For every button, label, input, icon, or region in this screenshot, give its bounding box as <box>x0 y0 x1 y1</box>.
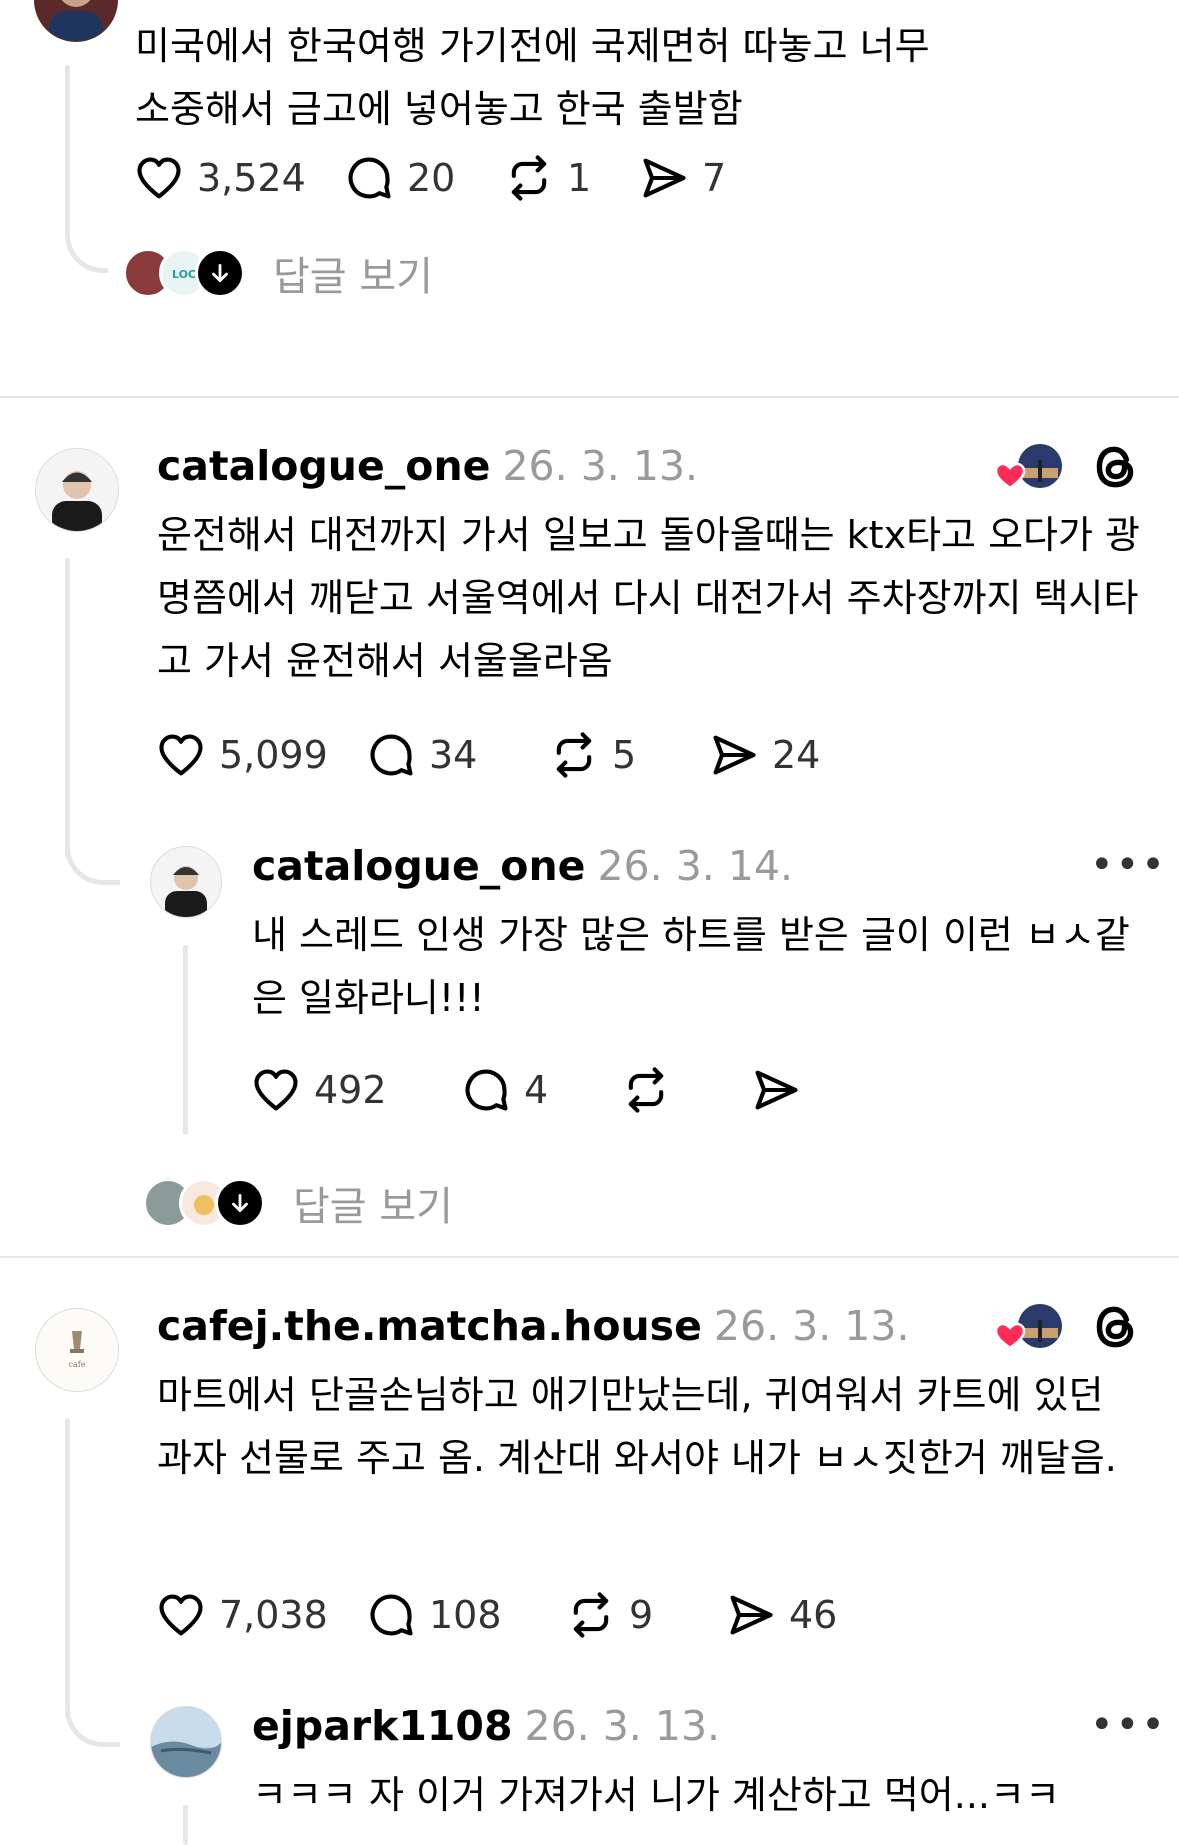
post-username[interactable]: cafej.the.matcha.house 26. 3. 13. <box>157 1302 910 1350</box>
svg-text:cafe: cafe <box>69 1360 86 1369</box>
comment-button[interactable]: 4 <box>460 1064 620 1116</box>
post-text: 마트에서 단골손님하고 애기만났는데, 귀여워서 카트에 있던 과자 선물로 주… <box>157 1373 1117 1480</box>
send-icon <box>713 735 756 775</box>
comment-count: 34 <box>429 733 478 777</box>
like-button[interactable]: 5,099 <box>155 729 365 781</box>
reply-username[interactable]: ejpark1108 26. 3. 13. <box>252 1702 720 1750</box>
thread-line <box>65 558 70 858</box>
more-options-button[interactable]: ••• <box>1090 842 1167 888</box>
username-text[interactable]: catalogue_one <box>157 442 490 490</box>
post-date: 26. 3. 13. <box>713 1302 910 1350</box>
username-text[interactable]: ejpark1108 <box>252 1702 512 1750</box>
heart-icon <box>159 1594 203 1636</box>
comment-count: 20 <box>407 156 456 200</box>
repost-button[interactable] <box>620 1064 750 1116</box>
arrow-down-icon <box>215 1178 265 1228</box>
post1-actions: 3,524 20 1 7 <box>133 148 726 208</box>
post-text: 운전해서 대전까지 가서 일보고 돌아올때는 ktx타고 오다가 광명쯤에서 깨… <box>157 513 1140 683</box>
like-button[interactable]: 492 <box>250 1064 460 1116</box>
reply-date: 26. 3. 13. <box>524 1702 721 1750</box>
thread-line <box>65 1418 70 1718</box>
divider <box>0 396 1179 398</box>
like-button[interactable]: 7,038 <box>155 1589 365 1641</box>
comment-count: 108 <box>429 1593 502 1637</box>
view-replies-link[interactable]: 답글 보기 <box>293 1174 453 1232</box>
share-count: 7 <box>702 156 727 200</box>
like-count: 5,099 <box>219 733 328 777</box>
comment-icon <box>465 1069 508 1111</box>
view-replies-row[interactable]: LOC 답글 보기 <box>123 244 433 302</box>
repost-icon <box>573 1592 609 1638</box>
reply-text: 내 스레드 인생 가장 많은 하트를 받은 글이 이런 ㅂㅅ같은 일화라니!!! <box>252 913 1130 1020</box>
comment-icon <box>370 1594 413 1636</box>
post1-avatar[interactable] <box>34 0 118 42</box>
divider <box>0 1256 1179 1258</box>
comment-button[interactable]: 20 <box>343 152 503 204</box>
like-button[interactable]: 3,524 <box>133 152 343 204</box>
arrow-down-icon <box>195 248 245 298</box>
username-text[interactable]: cafej.the.matcha.house <box>157 1302 702 1350</box>
comment-button[interactable]: 34 <box>365 729 548 781</box>
heart-icon <box>159 734 203 776</box>
share-button[interactable]: 7 <box>638 152 726 204</box>
comment-icon <box>348 157 391 199</box>
like-count: 7,038 <box>219 1593 328 1637</box>
comment-count: 4 <box>524 1068 549 1112</box>
liked-by-author-badge <box>992 442 1064 504</box>
share-count: 24 <box>772 733 821 777</box>
send-icon <box>643 158 686 198</box>
like-count: 3,524 <box>197 156 306 200</box>
post1-text: 미국에서 한국여행 가기전에 국제면허 따놓고 너무 소중해서 금고에 넣어놓고… <box>135 24 930 131</box>
more-options-button[interactable]: ••• <box>1090 1702 1167 1748</box>
repost-count: 5 <box>612 733 637 777</box>
ejpark-avatar[interactable] <box>150 1706 222 1778</box>
reply-thread-line <box>183 945 188 1135</box>
repost-icon <box>556 732 592 778</box>
repost-icon <box>511 155 547 201</box>
comment-button[interactable]: 108 <box>365 1589 565 1641</box>
username-text[interactable]: catalogue_one <box>252 842 585 890</box>
post-date: 26. 3. 13. <box>502 442 699 490</box>
view-replies-row[interactable]: 답글 보기 <box>143 1174 453 1232</box>
post-username[interactable]: catalogue_one 26. 3. 13. <box>157 442 698 490</box>
thread-curve <box>65 1700 120 1747</box>
share-button[interactable]: 46 <box>725 1589 837 1641</box>
thread-curve <box>65 840 120 885</box>
send-icon <box>755 1070 798 1110</box>
repost-count: 1 <box>567 156 592 200</box>
catalogue-one-avatar[interactable] <box>35 448 119 532</box>
thread-curve <box>65 200 108 273</box>
repost-count: 9 <box>629 1593 654 1637</box>
heart-icon <box>137 157 181 199</box>
repost-button[interactable]: 5 <box>548 729 708 781</box>
svg-text:LOC: LOC <box>172 268 196 281</box>
threads-logo-icon[interactable] <box>1090 1300 1140 1358</box>
comment-icon <box>370 734 413 776</box>
reply-actions: 492 4 <box>250 1060 814 1120</box>
like-count: 492 <box>314 1068 387 1112</box>
reply-username[interactable]: catalogue_one 26. 3. 14. <box>252 842 793 890</box>
post2-actions: 5,099 34 5 24 <box>155 725 820 785</box>
post3-actions: 7,038 108 9 46 <box>155 1585 837 1645</box>
reply-avatar[interactable] <box>150 846 222 918</box>
repost-button[interactable]: 9 <box>565 1589 725 1641</box>
share-button[interactable] <box>750 1064 814 1116</box>
repost-icon <box>628 1067 664 1113</box>
threads-logo-icon[interactable] <box>1090 440 1140 498</box>
reply-text: ㅋㅋㅋ 자 이거 가져가서 니가 계산하고 먹어...ㅋㅋ <box>252 1773 1060 1817</box>
reply-thread-line <box>183 1805 188 1845</box>
heart-icon <box>254 1069 298 1111</box>
send-icon <box>730 1595 773 1635</box>
repost-button[interactable]: 1 <box>503 152 638 204</box>
share-count: 46 <box>789 1593 838 1637</box>
thread-line <box>65 65 70 205</box>
liked-by-author-badge <box>992 1302 1064 1364</box>
reply-date: 26. 3. 14. <box>597 842 794 890</box>
cafej-avatar[interactable]: cafe <box>35 1308 119 1392</box>
view-replies-link[interactable]: 답글 보기 <box>273 244 433 302</box>
share-button[interactable]: 24 <box>708 729 820 781</box>
